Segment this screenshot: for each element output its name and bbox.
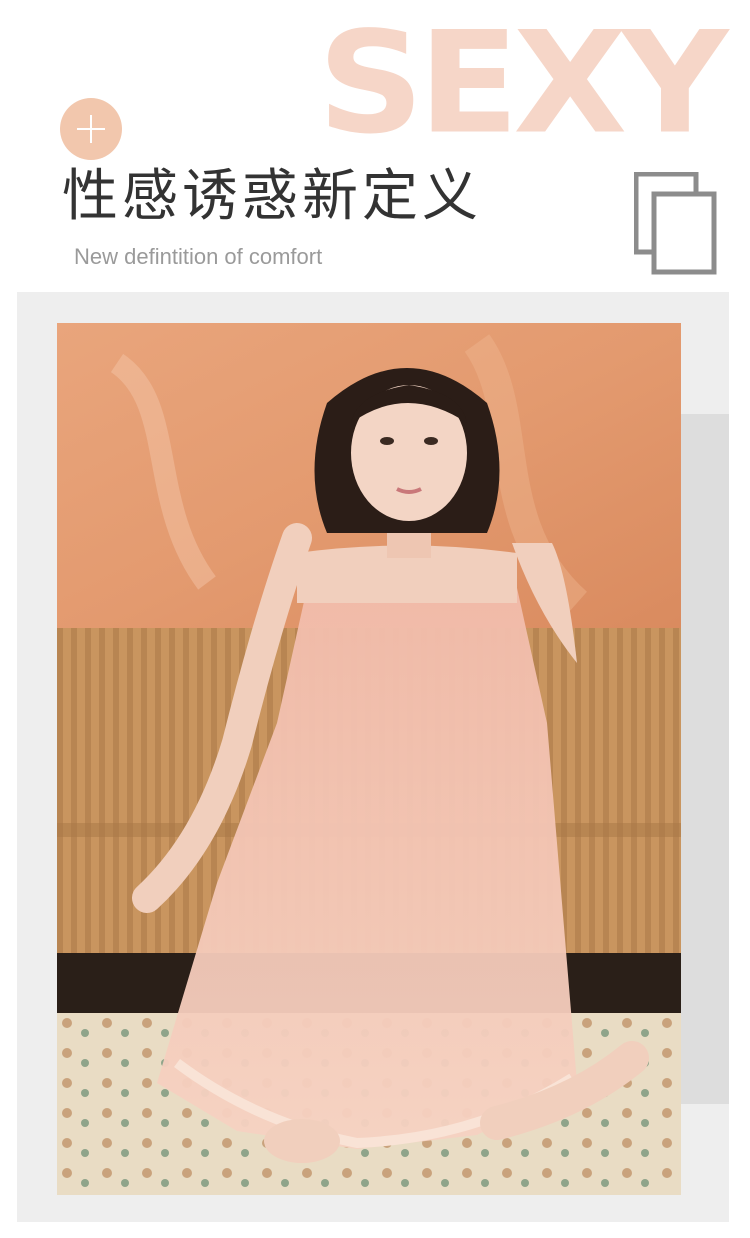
copy-icon [633, 171, 720, 280]
product-photo [57, 323, 681, 1195]
page-subtitle: New defintition of comfort [74, 244, 323, 269]
deco-word-sexy: SEXY [317, 1, 729, 165]
plus-icon [77, 115, 105, 143]
plus-badge [60, 98, 122, 160]
photo-frame-shadow [680, 414, 729, 1104]
page-title: 性感诱惑新定义 [62, 164, 482, 229]
